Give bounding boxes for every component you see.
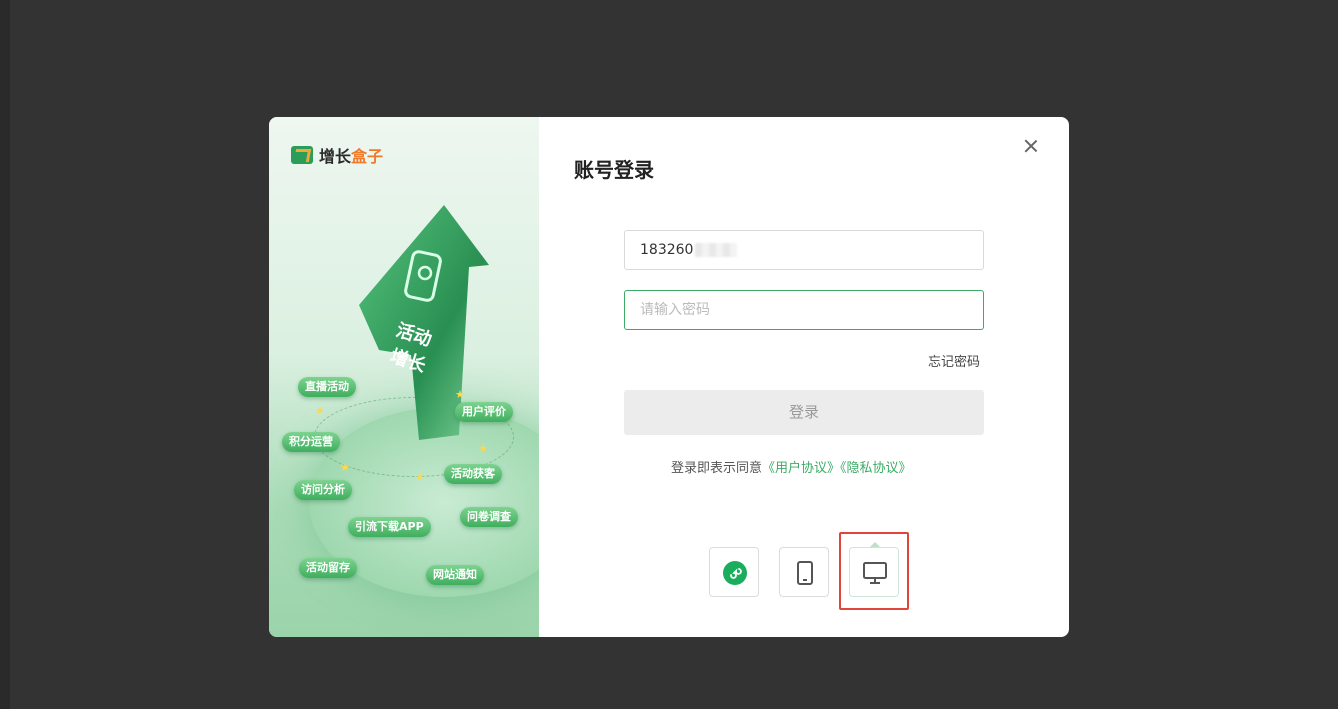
feature-pill: 活动获客 [444, 464, 502, 484]
feature-pill: 引流下载APP [348, 517, 431, 537]
username-field[interactable]: 183260 [624, 230, 984, 270]
password-input[interactable] [640, 292, 968, 328]
close-icon[interactable] [1023, 138, 1039, 154]
star-icon: ★ [340, 461, 350, 474]
username-value: 183260 [640, 242, 694, 258]
star-icon: ★ [315, 404, 325, 417]
agreement-prefix: 登录即表示同意 [671, 461, 763, 476]
desktop-icon [863, 562, 887, 584]
logo-icon [291, 146, 313, 164]
star-icon: ★ [455, 388, 465, 401]
forgot-password-link[interactable]: 忘记密码 [928, 351, 980, 370]
page-title: 账号登录 [574, 158, 654, 182]
feature-pill: 访问分析 [294, 480, 352, 500]
login-modal: 增长盒子 活动 增长 直播活动 用户评价 积分运营 活动获客 访问分析 问卷调查… [269, 117, 1069, 637]
mini-program-icon [723, 561, 747, 585]
privacy-agreement-link[interactable]: 《隐私协议》 [840, 461, 912, 476]
promo-panel: 增长盒子 活动 增长 直播活动 用户评价 积分运营 活动获客 访问分析 问卷调查… [269, 117, 539, 637]
mini-program-login-button[interactable] [709, 547, 759, 597]
feature-pill: 直播活动 [298, 377, 356, 397]
feature-pill: 问卷调查 [460, 507, 518, 527]
star-icon: ★ [478, 442, 488, 455]
brand-logo: 增长盒子 [291, 143, 383, 167]
star-icon: ★ [415, 470, 425, 483]
user-agreement-link[interactable]: 《用户协议》 [762, 461, 840, 476]
logo-text: 增长盒子 [319, 147, 384, 166]
login-button[interactable]: 登录 [624, 390, 984, 435]
agreement-text: 登录即表示同意《用户协议》《隐私协议》 [671, 457, 912, 476]
tablet-icon [797, 561, 813, 585]
tablet-login-button[interactable] [779, 547, 829, 597]
masked-digits [695, 243, 738, 257]
feature-pill: 积分运营 [282, 432, 340, 452]
desktop-login-button[interactable] [849, 542, 899, 597]
feature-pill: 活动留存 [299, 558, 357, 578]
feature-pill: 用户评价 [455, 402, 513, 422]
password-field[interactable] [624, 290, 984, 330]
feature-pill: 网站通知 [426, 565, 484, 585]
backdrop-edge [0, 0, 10, 709]
